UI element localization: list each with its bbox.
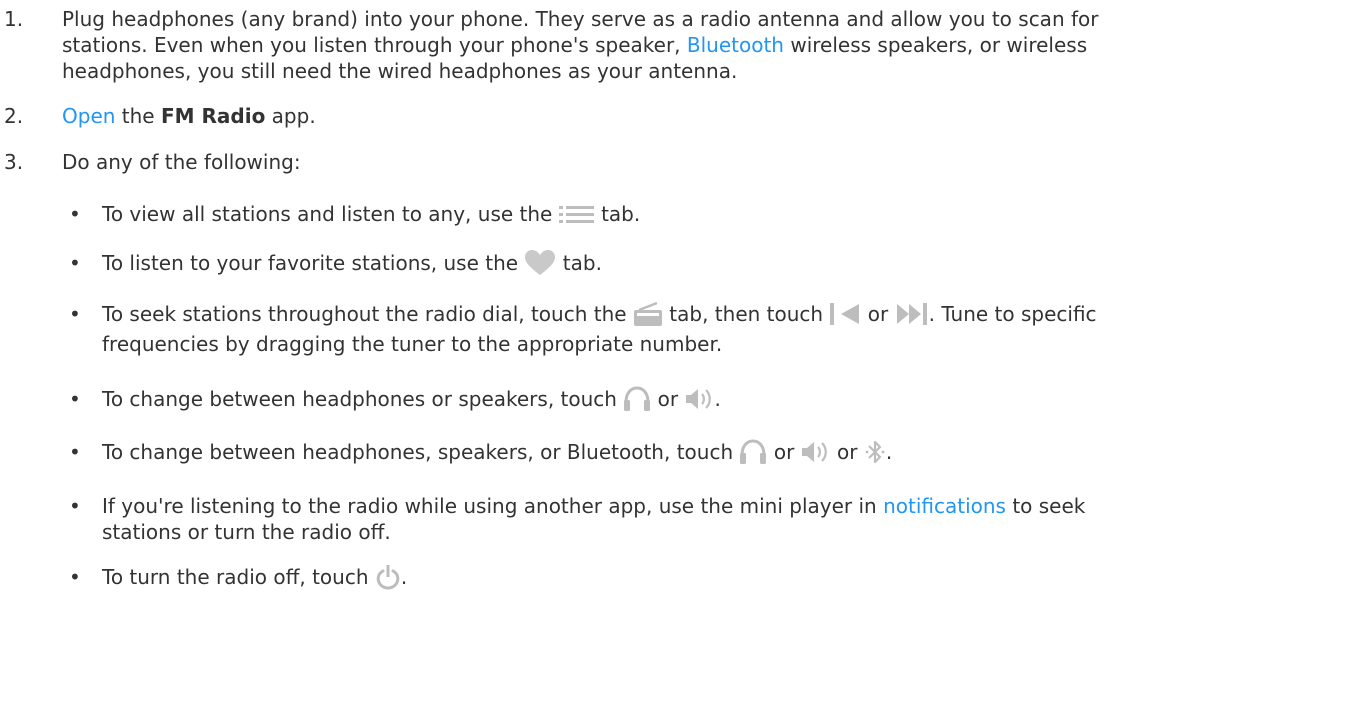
bullet-text-mid: or: [830, 440, 864, 464]
seek-back-icon: [829, 302, 861, 326]
bullet-text-mid: or: [767, 440, 801, 464]
speaker-icon: [801, 440, 831, 464]
bullet-symbol: •: [69, 251, 81, 275]
bullet-text-before: To change between headphones or speakers…: [102, 387, 624, 411]
notifications-link[interactable]: notifications: [883, 494, 1006, 518]
open-link[interactable]: Open: [62, 104, 115, 128]
bullet-text-after: .: [400, 565, 408, 589]
bullet-text-mid: or: [651, 387, 685, 411]
step-number: 1.: [4, 7, 24, 31]
step-number: 3.: [4, 150, 24, 174]
bullet-text-line-2: stations or turn the radio off.: [102, 520, 391, 544]
bullet-text: If you're listening to the radio while u…: [102, 493, 1085, 519]
bullet-text: To listen to your favorite stations, use…: [102, 249, 602, 278]
bullet-text-before: To turn the radio off, touch: [102, 565, 375, 589]
bullet-text-before: If you're listening to the radio while u…: [102, 494, 884, 518]
step-1-line-2: stations. Even when you listen through y…: [62, 32, 1087, 58]
step-2-after: app.: [265, 104, 316, 128]
step-1-line-3: headphones, you still need the wired hea…: [62, 59, 738, 83]
bullet-text-after: tab.: [556, 251, 602, 275]
radio-icon: [633, 301, 663, 327]
power-icon: [375, 564, 401, 590]
bullet-symbol: •: [69, 202, 81, 226]
step-3-text: Do any of the following:: [62, 150, 301, 174]
step-number: 2.: [4, 104, 24, 128]
bullet-symbol: •: [69, 302, 81, 326]
bullet-text-after: .: [714, 387, 721, 411]
bullet-text-before: To listen to your favorite stations, use…: [102, 251, 525, 275]
bullet-text-part: To seek stations throughout the radio di…: [102, 302, 633, 326]
bullet-symbol: •: [69, 565, 81, 589]
bluetooth-icon: [864, 439, 886, 465]
bullet-text: To turn the radio off, touch .: [102, 564, 407, 592]
bullet-text-line-2: frequencies by dragging the tuner to the…: [102, 332, 723, 356]
bullet-text: To change between headphones or speakers…: [102, 385, 721, 414]
bullet-text: To change between headphones, speakers, …: [102, 438, 893, 467]
bullet-text-part: . Tune to specific: [928, 302, 1097, 326]
bullet-text-after: .: [885, 440, 893, 464]
bullet-text-part: tab, then touch: [662, 302, 830, 326]
step-1-line-1: Plug headphones (any brand) into your ph…: [62, 7, 1099, 31]
speaker-icon: [685, 387, 715, 411]
heart-icon: [524, 249, 556, 276]
bullet-text-after: to seek: [1005, 494, 1086, 518]
bluetooth-link[interactable]: Bluetooth: [687, 33, 784, 57]
bullet-symbol: •: [69, 440, 81, 464]
bullet-symbol: •: [69, 494, 81, 518]
bullet-text-before: To view all stations and listen to any, …: [102, 202, 559, 226]
app-name: FM Radio: [160, 104, 266, 128]
step-2-middle: the: [115, 104, 161, 128]
headphones-icon: [739, 438, 767, 465]
bullet-text-before: To change between headphones, speakers, …: [102, 440, 740, 464]
step-1-line-2-text: stations. Even when you listen through y…: [62, 33, 687, 57]
bullet-symbol: •: [69, 387, 81, 411]
bullet-text-after: tab.: [594, 202, 641, 226]
bullet-text: To seek stations throughout the radio di…: [102, 301, 1097, 329]
list-icon: [558, 203, 595, 225]
step-2-text: Open the FM Radio app.: [62, 103, 316, 129]
bullet-text-part: or: [861, 302, 895, 326]
seek-forward-icon: [895, 302, 929, 326]
bullet-text: To view all stations and listen to any, …: [102, 201, 640, 227]
step-1-line-2-after: wireless speakers, or wireless: [783, 33, 1088, 57]
headphones-icon: [623, 385, 651, 412]
